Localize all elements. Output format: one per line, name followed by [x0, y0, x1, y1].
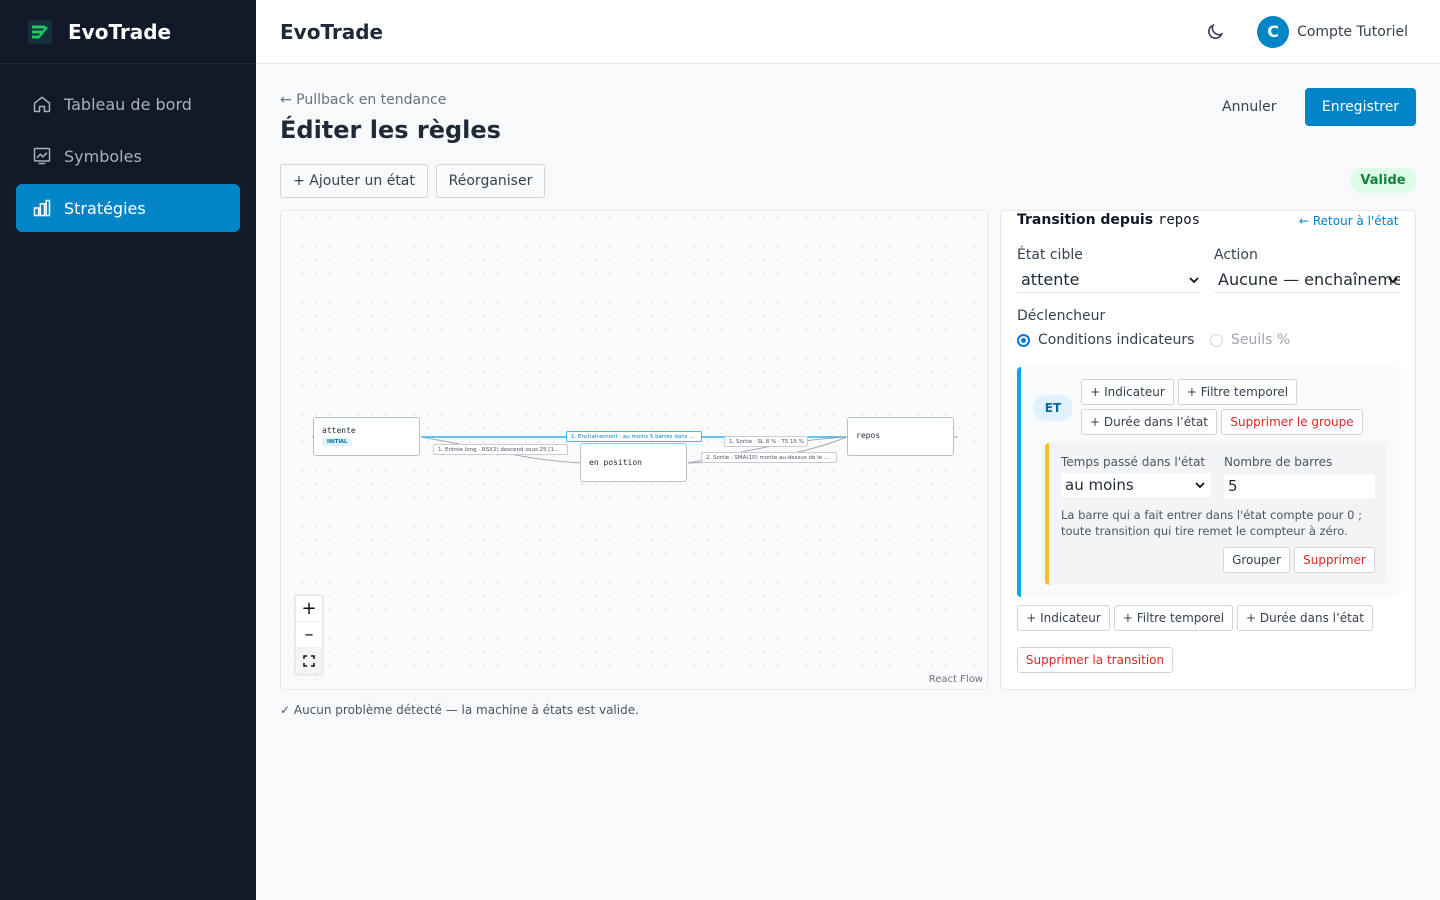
flow-node-attente[interactable]: attente INITIAL — [313, 417, 420, 456]
bar-chart-icon — [33, 199, 51, 217]
node-label: attente — [322, 426, 356, 435]
sidebar-nav: Tableau de bord Symboles Stratégies — [0, 64, 256, 252]
breadcrumb-back-link[interactable]: ← Pullback en tendance — [280, 92, 446, 108]
add-time-filter-button[interactable]: + Filtre temporel — [1178, 379, 1297, 405]
target-state-label: État cible — [1017, 247, 1083, 263]
reorganize-button[interactable]: Réorganiser — [436, 164, 545, 198]
add-indicator-button[interactable]: + Indicateur — [1081, 379, 1174, 405]
radio-thresholds[interactable]: Seuils % — [1210, 332, 1290, 348]
bar-count-label: Nombre de barres — [1224, 455, 1333, 469]
radio-dot — [1210, 333, 1223, 347]
delete-transition-button[interactable]: Supprimer la transition — [1017, 647, 1173, 673]
save-button[interactable]: Enregistrer — [1305, 88, 1416, 126]
node-label: en position — [589, 458, 642, 467]
action-value: Aucune — enchaînement — [1218, 270, 1400, 289]
status-badge: Valide — [1350, 168, 1416, 193]
delete-group-button[interactable]: Supprimer le groupe — [1221, 409, 1363, 435]
action-label: Action — [1214, 247, 1258, 263]
edge-label[interactable]: 1. Sortie · SL 8 % · TS 15 % — [724, 436, 808, 447]
brand[interactable]: EvoTrade — [0, 0, 256, 64]
sidebar-item-label: Stratégies — [64, 198, 146, 218]
flow-node-repos[interactable]: repos — [847, 417, 954, 456]
trigger-label: Déclencheur — [1017, 308, 1106, 324]
brand-name: EvoTrade — [68, 19, 172, 44]
group-operator-badge[interactable]: ET — [1033, 395, 1073, 421]
panel-title-state: repos — [1157, 212, 1201, 228]
user-name[interactable]: Compte Tutoriel — [1297, 24, 1408, 40]
sidebar-item-strategies[interactable]: Stratégies — [16, 184, 240, 232]
add-time-filter-button[interactable]: + Filtre temporel — [1114, 605, 1233, 631]
radio-conditions-label: Conditions indicateurs — [1038, 332, 1195, 348]
condition-hint: La barre qui a fait entrer dans l'état c… — [1061, 508, 1362, 538]
validation-status: ✓ Aucun problème détecté — la machine à … — [280, 703, 639, 717]
zoom-out-button[interactable]: – — [296, 622, 322, 648]
radio-dot-checked — [1017, 333, 1030, 347]
logo-icon — [28, 19, 52, 44]
flow-node-en-position[interactable]: en position — [580, 443, 687, 482]
transition-panel: Transition depuis repos ← Retour à l'éta… — [1000, 210, 1416, 690]
target-state-select[interactable]: attente — [1017, 267, 1201, 293]
sidebar-item-dashboard[interactable]: Tableau de bord — [16, 80, 240, 128]
condition-group: ET + Indicateur + Filtre temporel + Duré… — [1017, 367, 1401, 597]
moon-icon[interactable] — [1205, 22, 1225, 42]
chevron-down-icon — [1189, 277, 1199, 284]
duration-condition: Temps passé dans l'état au moins Nombre … — [1045, 443, 1387, 585]
group-button[interactable]: Grouper — [1223, 547, 1290, 573]
add-duration-button[interactable]: + Durée dans l’état — [1237, 605, 1373, 631]
sidebar-item-label: Symboles — [64, 146, 142, 166]
chevron-down-icon — [1195, 482, 1205, 489]
time-in-state-label: Temps passé dans l'état — [1061, 455, 1206, 469]
back-to-state-link[interactable]: ← Retour à l'état — [1299, 214, 1398, 228]
chevron-down-icon — [1388, 277, 1398, 284]
initial-badge: INITIAL — [322, 438, 353, 446]
flow-canvas[interactable]: attente INITIAL en position repos 1. Enc… — [280, 210, 988, 690]
page-header-title: EvoTrade — [280, 19, 384, 44]
sidebar-item-label: Tableau de bord — [64, 94, 192, 114]
flow-controls: + – — [295, 595, 323, 675]
avatar[interactable]: C — [1257, 15, 1290, 48]
action-select[interactable]: Aucune — enchaînement — [1214, 267, 1400, 293]
node-label: repos — [856, 431, 881, 440]
sidebar-item-symbols[interactable]: Symboles — [16, 132, 240, 180]
radio-conditions[interactable]: Conditions indicateurs — [1017, 332, 1194, 348]
time-in-state-select[interactable]: au moins — [1061, 473, 1211, 497]
add-state-button[interactable]: + Ajouter un état — [280, 164, 428, 198]
add-duration-button[interactable]: + Durée dans l’état — [1081, 409, 1217, 435]
target-state-value: attente — [1021, 270, 1080, 289]
topbar: EvoTrade C Compte Tutoriel — [256, 0, 1440, 64]
page-title: Éditer les règles — [280, 116, 501, 144]
edge-label[interactable]: 2. Sortie · SMA(10) monte au-dessus de l… — [701, 452, 837, 463]
delete-condition-button[interactable]: Supprimer — [1294, 547, 1375, 573]
radio-thresholds-label: Seuils % — [1231, 332, 1291, 348]
time-in-state-value: au moins — [1065, 476, 1134, 494]
react-flow-attribution[interactable]: React Flow — [929, 674, 983, 685]
fit-view-button[interactable] — [296, 648, 322, 674]
add-indicator-button[interactable]: + Indicateur — [1017, 605, 1110, 631]
cancel-button[interactable]: Annuler — [1210, 98, 1288, 124]
chart-icon — [33, 147, 51, 165]
edge-label[interactable]: 1. Entrée long · RSI(2) descend sous 25 … — [433, 444, 568, 455]
bar-count-input[interactable]: 5 — [1224, 474, 1375, 498]
edge-label[interactable]: 1. Enchaînement · au moins 5 barres dans… — [566, 431, 702, 442]
fit-view-icon — [303, 655, 315, 667]
panel-title: Transition depuis repos — [1017, 212, 1200, 228]
sidebar: EvoTrade Tableau de bord Symboles Straté… — [0, 0, 256, 900]
panel-title-prefix: Transition depuis — [1017, 212, 1154, 228]
zoom-in-button[interactable]: + — [296, 596, 322, 622]
home-icon — [33, 96, 51, 113]
